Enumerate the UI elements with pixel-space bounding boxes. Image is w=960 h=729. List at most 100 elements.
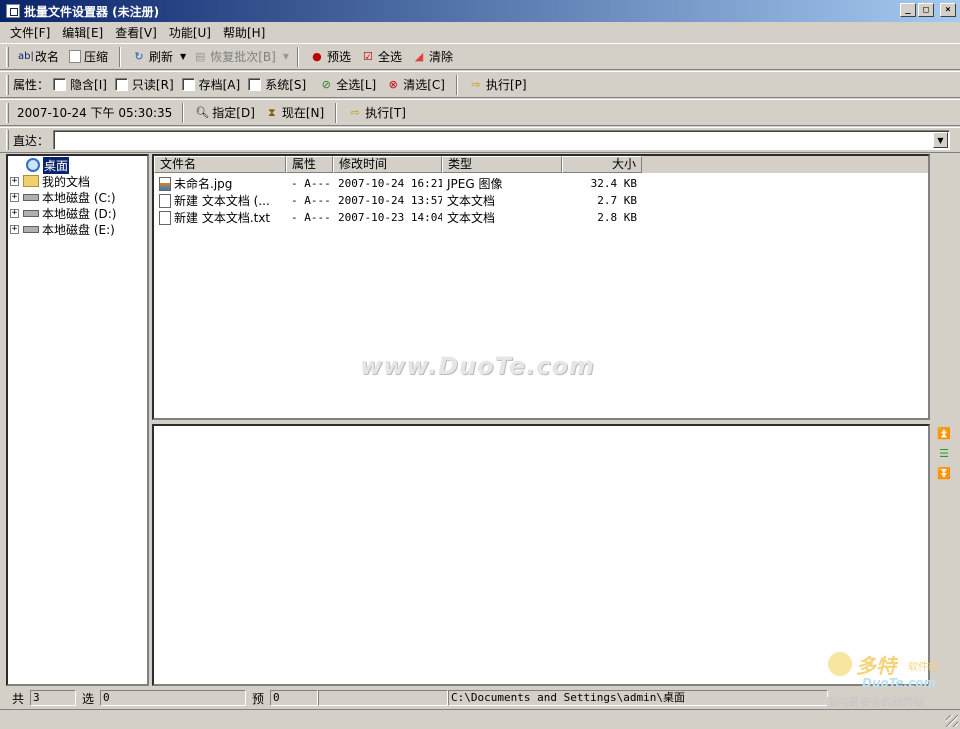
restore-dropdown-icon[interactable]: ▼	[281, 52, 291, 61]
move-top-icon[interactable]: ⏫	[937, 428, 951, 440]
refresh-icon: ↻	[134, 49, 144, 63]
arrow-right-icon: ⇨	[471, 77, 481, 91]
rename-icon: ab|	[18, 50, 34, 62]
text-file-icon	[159, 210, 171, 225]
logo-small-text: 软件站	[908, 662, 938, 673]
menu-file[interactable]: 文件[F]	[4, 24, 56, 41]
now-time-button[interactable]: ⧗ 现在[N]	[260, 102, 329, 123]
archive-checkbox[interactable]: 存档[A]	[181, 76, 240, 93]
resize-grip-icon[interactable]	[946, 715, 958, 727]
toolbar-grip[interactable]	[6, 102, 9, 123]
close-button[interactable]: ×	[940, 3, 956, 17]
toolbar-separator	[182, 102, 185, 123]
select-all-button[interactable]: ☑ 全选	[356, 46, 407, 67]
tree-item-label: 本地磁盘 (E:)	[42, 222, 115, 237]
tree-item-drive-d[interactable]: + 本地磁盘 (D:)	[10, 205, 116, 221]
attr-clear-button[interactable]: ⊗ 清选[C]	[381, 74, 450, 95]
status-bar: 共 3 选 0 预 0 C:\Documents and Settings\ad…	[0, 688, 960, 708]
table-row[interactable]: 未命名.jpg - A--- 2007-10-24 16:21 JPEG 图像 …	[154, 175, 928, 192]
column-header-attr[interactable]: 属性	[286, 156, 333, 173]
address-label: 直达：	[13, 133, 50, 148]
app-icon[interactable]	[6, 4, 20, 18]
column-header-type[interactable]: 类型	[442, 156, 562, 173]
column-header-time[interactable]: 修改时间	[333, 156, 442, 173]
hidden-checkbox[interactable]: 隐含[I]	[53, 76, 107, 93]
file-type: JPEG 图像	[447, 177, 503, 191]
time-toolbar: 2007-10-24 下午 05:30:35 🔍︎ 指定[D] ⧗ 现在[N] …	[0, 99, 960, 126]
toolbar-separator	[456, 74, 458, 95]
menu-function[interactable]: 功能[U]	[163, 24, 217, 41]
expand-icon[interactable]: +	[10, 224, 19, 234]
toolbar-grip[interactable]	[6, 74, 9, 95]
preview-pane[interactable]	[152, 424, 930, 686]
arrow-right-icon: ⇨	[350, 105, 360, 119]
compress-icon	[69, 50, 82, 63]
tree-item-drive-c[interactable]: + 本地磁盘 (C:)	[10, 189, 116, 205]
expand-icon[interactable]: +	[10, 208, 19, 218]
hourglass-icon: ⧗	[268, 105, 276, 119]
equal-lines-icon[interactable]: ☰	[937, 448, 951, 460]
magnifier-icon: 🔍︎	[195, 105, 210, 119]
readonly-checkbox[interactable]: 只读[R]	[114, 76, 174, 93]
menu-edit[interactable]: 编辑[E]	[56, 24, 109, 41]
toolbar-grip[interactable]	[6, 46, 9, 67]
preview-side-controls: ⏫ ☰ ⏬	[934, 428, 954, 480]
toolbar-separator	[119, 46, 122, 67]
tree-item-my-documents[interactable]: + 我的文档	[10, 173, 90, 189]
column-header-size[interactable]: 大小	[562, 156, 642, 173]
time-execute-button[interactable]: ⇨ 执行[T]	[343, 102, 411, 123]
attr-execute-button[interactable]: ⇨ 执行[P]	[464, 74, 532, 95]
file-time: 2007-10-24 16:21	[338, 177, 442, 190]
specify-time-button[interactable]: 🔍︎ 指定[D]	[190, 102, 260, 123]
status-empty-panel	[318, 690, 449, 706]
menu-help[interactable]: 帮助[H]	[217, 24, 271, 41]
image-file-icon	[159, 176, 171, 191]
text-file-icon	[159, 193, 171, 208]
preselect-button[interactable]: ● 预选	[305, 46, 356, 67]
file-time: 2007-10-24 13:57	[338, 194, 442, 207]
eraser-icon: ◢	[414, 49, 424, 63]
address-combobox[interactable]: ▼	[53, 130, 950, 150]
tree-item-label: 我的文档	[42, 174, 91, 189]
menu-bar: 文件[F] 编辑[E] 查看[V] 功能[U] 帮助[H]	[0, 22, 960, 42]
refresh-button[interactable]: ↻ 刷新	[127, 46, 178, 67]
system-checkbox[interactable]: 系统[S]	[248, 76, 306, 93]
selected-label: 选	[82, 691, 95, 706]
attributes-label: 属性：	[13, 78, 50, 92]
total-label: 共	[12, 691, 25, 706]
tree-item-drive-e[interactable]: + 本地磁盘 (E:)	[10, 221, 115, 237]
file-list[interactable]: 文件名 属性 修改时间 类型 大小 未命名.jpg - A--- 2007-10…	[152, 154, 930, 420]
table-row[interactable]: 新建 文本文档.txt - A--- 2007-10-23 14:04 文本文档…	[154, 209, 928, 226]
drive-icon	[23, 225, 39, 233]
toolbar-separator	[296, 46, 299, 67]
restore-batch-button[interactable]: ▤ 恢复批次[B]	[188, 46, 281, 67]
expand-icon[interactable]: +	[10, 176, 19, 186]
expand-icon[interactable]: +	[10, 192, 19, 202]
file-attr: - A---	[291, 177, 331, 190]
folder-tree[interactable]: 桌面 + 我的文档 + 本地磁盘 (C:) + 本地磁盘 (D:) + 本地磁盘…	[6, 154, 149, 686]
tree-item-desktop[interactable]: 桌面	[26, 156, 70, 174]
watermark: www.DuoTe.com	[360, 352, 595, 380]
logo-slogan: 国内最安全的软件站	[826, 696, 925, 709]
drive-icon	[23, 209, 39, 217]
checkmark-icon: ☑	[363, 49, 373, 63]
attr-select-all-button[interactable]: ⊘ 全选[L]	[314, 74, 381, 95]
toolbar-grip[interactable]	[6, 130, 9, 150]
refresh-dropdown-icon[interactable]: ▼	[178, 52, 188, 61]
compress-button[interactable]: 压缩	[64, 46, 113, 67]
column-header-name[interactable]: 文件名	[154, 156, 286, 173]
attributes-toolbar: 属性： 隐含[I] 只读[R] 存档[A] 系统[S] ⊘ 全选[L] ⊗ 清选…	[0, 71, 960, 98]
total-count: 3	[30, 690, 77, 706]
clear-button[interactable]: ◢ 清除	[407, 46, 458, 67]
menu-view[interactable]: 查看[V]	[109, 24, 163, 41]
file-list-header: 文件名 属性 修改时间 类型 大小	[154, 156, 928, 173]
maximize-button[interactable]: □	[918, 3, 934, 17]
move-bottom-icon[interactable]: ⏬	[937, 468, 951, 480]
mascot-icon	[828, 652, 852, 676]
chevron-down-icon[interactable]: ▼	[933, 132, 948, 148]
datetime-picker[interactable]: 2007-10-24 下午 05:30:35	[13, 104, 177, 121]
table-row[interactable]: 新建 文本文档 (... - A--- 2007-10-24 13:57 文本文…	[154, 192, 928, 209]
rename-button[interactable]: ab| 改名	[13, 46, 64, 67]
minimize-button[interactable]: _	[900, 3, 916, 17]
tree-item-label: 本地磁盘 (D:)	[42, 206, 117, 221]
